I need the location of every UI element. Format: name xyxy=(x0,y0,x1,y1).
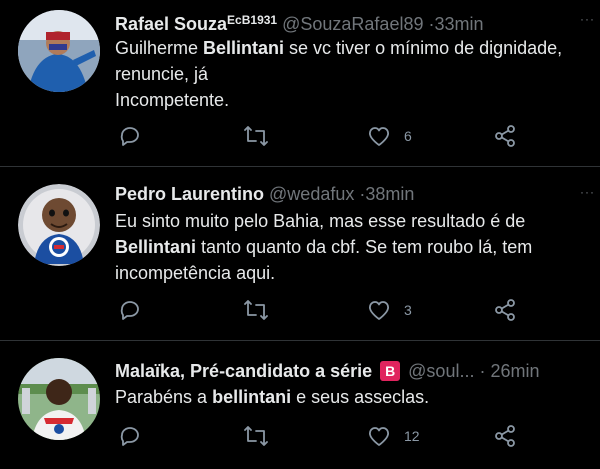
retweet-button[interactable] xyxy=(243,298,269,322)
like-button[interactable] xyxy=(367,124,391,148)
tweet-text-line: Incompetente. xyxy=(115,90,230,110)
reply-button[interactable] xyxy=(118,298,142,322)
like-button[interactable] xyxy=(367,424,391,448)
tweet-text-line: incompetência aqui. xyxy=(115,263,276,283)
author-name[interactable]: Malaïka, Pré-candidato a série xyxy=(115,361,372,381)
tweet-text: Guilherme Bellintani se vc tiver o mínim… xyxy=(115,35,585,113)
author-handle[interactable]: @soul... xyxy=(408,361,474,381)
reply-icon xyxy=(120,127,139,146)
like-button[interactable] xyxy=(367,298,391,322)
avatar-pedro[interactable] xyxy=(18,184,100,266)
tweet-time[interactable]: 33min xyxy=(435,14,484,34)
retweet-icon xyxy=(244,426,268,446)
author-handle[interactable]: @SouzaRafael89 xyxy=(282,14,423,34)
author-name[interactable]: Pedro Laurentino xyxy=(115,184,264,204)
retweet-icon xyxy=(244,300,268,320)
reply-icon xyxy=(120,427,139,446)
tweet-text-line: Eu sinto muito pelo Bahia, mas esse resu… xyxy=(115,211,526,231)
more-options-button[interactable]: ··· xyxy=(580,185,595,199)
heart-icon xyxy=(368,127,390,146)
heart-icon xyxy=(368,301,390,320)
share-button[interactable] xyxy=(493,424,517,448)
reply-icon xyxy=(120,301,139,320)
tweet-text-line: renuncie, já xyxy=(115,64,209,84)
tweet-1[interactable]: Rafael SouzaEcB1931 @SouzaRafael89 ·33mi… xyxy=(0,0,600,166)
share-icon xyxy=(495,299,515,321)
more-options-button[interactable]: ··· xyxy=(580,12,595,26)
tweet-time[interactable]: 26min xyxy=(490,361,539,381)
tweet-text-line: Parabéns a bellintani e seus asseclas. xyxy=(115,387,430,407)
share-icon xyxy=(495,425,515,447)
highlighted-term: bellintani xyxy=(212,387,292,407)
reply-button[interactable] xyxy=(118,124,142,148)
avatar-rafael[interactable] xyxy=(18,10,100,92)
share-icon xyxy=(495,125,515,147)
reply-button[interactable] xyxy=(118,424,142,448)
tweet-2[interactable]: Pedro Laurentino @wedafux ·38min ··· Eu … xyxy=(0,167,600,340)
retweet-icon xyxy=(244,126,268,146)
like-count: 12 xyxy=(404,428,420,444)
tweet-3[interactable]: Malaïka, Pré-candidato a série B @soul..… xyxy=(0,341,600,469)
like-count: 6 xyxy=(404,128,412,144)
share-button[interactable] xyxy=(493,124,517,148)
more-icon: ··· xyxy=(580,12,595,26)
tweet-text: Parabéns a bellintani e seus asseclas. xyxy=(115,384,585,410)
highlighted-term: Bellintani xyxy=(203,38,285,58)
highlighted-term: Bellintani xyxy=(115,237,197,257)
author-handle[interactable]: @wedafux xyxy=(269,184,354,204)
avatar-malaika[interactable] xyxy=(18,358,100,440)
retweet-button[interactable] xyxy=(243,424,269,448)
tweet-time[interactable]: 38min xyxy=(365,184,414,204)
tweet-text-line: Guilherme Bellintani se vc tiver o mínim… xyxy=(115,38,563,58)
badge-b: B xyxy=(380,361,401,381)
tweet-text: Eu sinto muito pelo Bahia, mas esse resu… xyxy=(115,208,585,286)
heart-icon xyxy=(368,427,390,446)
tweet-text-line: Bellintani tanto quanto da cbf. Se tem r… xyxy=(115,237,533,257)
share-button[interactable] xyxy=(493,298,517,322)
like-count: 3 xyxy=(404,302,412,318)
retweet-button[interactable] xyxy=(243,124,269,148)
author-name-suffix: EcB1931 xyxy=(227,13,278,27)
separator-dot: · xyxy=(479,361,486,381)
more-icon: ··· xyxy=(580,185,595,199)
author-name[interactable]: Rafael Souza xyxy=(115,14,227,34)
